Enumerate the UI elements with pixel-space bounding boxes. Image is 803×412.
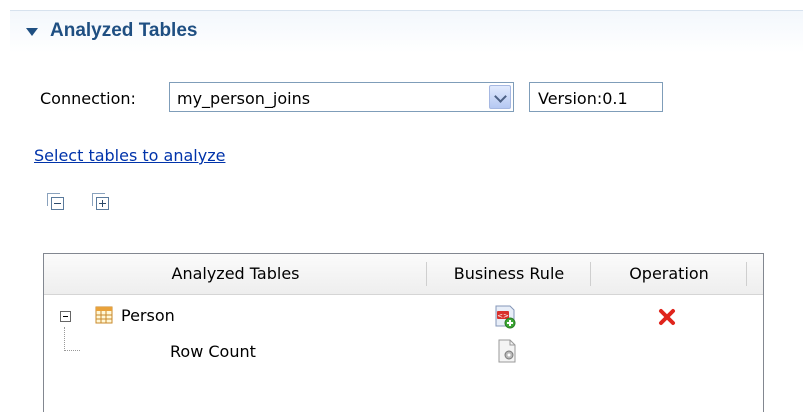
version-label: Version:0.1 — [538, 89, 628, 108]
select-tables-link[interactable]: Select tables to analyze — [34, 146, 225, 165]
connection-label: Connection: — [40, 89, 136, 108]
add-rule-icon[interactable]: <> — [493, 304, 517, 330]
collapse-section-icon[interactable] — [26, 28, 38, 36]
chevron-down-icon — [494, 90, 507, 103]
tree-item-label: Row Count — [170, 342, 256, 361]
column-header-analyzed-tables[interactable]: Analyzed Tables — [44, 254, 427, 294]
collapse-all-icon[interactable] — [47, 193, 64, 210]
table-row[interactable]: Person <> — [44, 299, 763, 333]
delete-icon[interactable] — [658, 308, 676, 326]
version-box: Version:0.1 — [529, 82, 663, 112]
tree-item-label: Person — [121, 306, 175, 325]
section-title: Analyzed Tables — [50, 20, 198, 41]
tree-collapse-icon[interactable] — [60, 311, 71, 322]
analyzed-tables-tree[interactable]: Analyzed Tables Business Rule Operation … — [43, 253, 764, 412]
indicator-settings-icon[interactable] — [496, 338, 518, 364]
section-header[interactable]: Analyzed Tables — [10, 10, 803, 53]
connection-value: my_person_joins — [177, 89, 311, 108]
column-header-business-rule[interactable]: Business Rule — [427, 254, 591, 294]
table-row[interactable]: Row Count — [44, 327, 763, 369]
combo-dropdown-button[interactable] — [489, 85, 511, 109]
table-icon — [95, 306, 113, 324]
table-header: Analyzed Tables Business Rule Operation — [44, 254, 763, 295]
connection-combo[interactable]: my_person_joins — [169, 82, 514, 112]
column-header-operation[interactable]: Operation — [591, 254, 747, 294]
tree-connector — [64, 327, 80, 351]
expand-all-icon[interactable] — [92, 193, 109, 210]
